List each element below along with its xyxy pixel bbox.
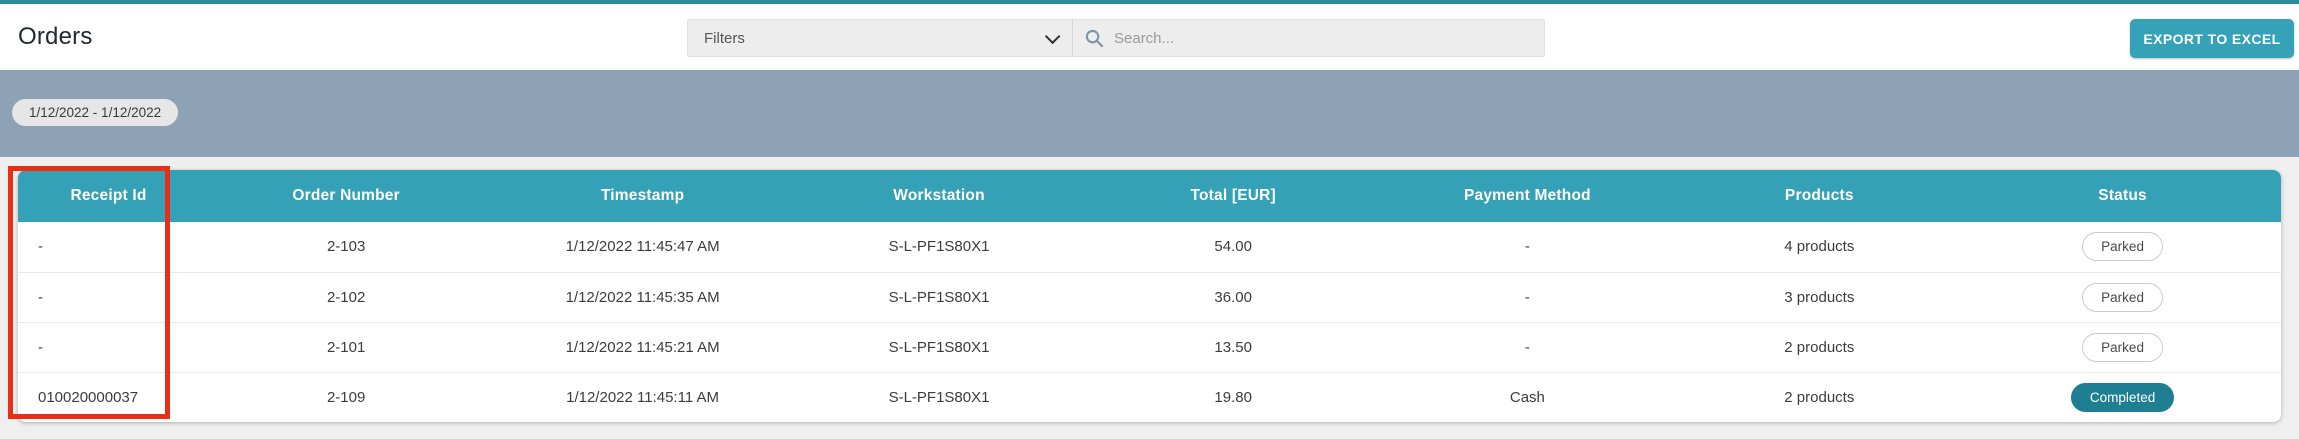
cell-order-number: 2-101 bbox=[199, 322, 493, 372]
cell-status: Parked bbox=[1964, 272, 2281, 322]
cell-receipt-id: - bbox=[18, 322, 199, 372]
cell-timestamp: 1/12/2022 11:45:21 AM bbox=[493, 322, 792, 372]
cell-payment-method: - bbox=[1380, 322, 1674, 372]
search-icon bbox=[1085, 29, 1104, 48]
search-input[interactable] bbox=[1114, 30, 1532, 47]
cell-products: 4 products bbox=[1674, 222, 1964, 272]
filters-dropdown-label: Filters bbox=[704, 30, 745, 47]
status-badge: Completed bbox=[2071, 383, 2174, 412]
table-row[interactable]: -2-1021/12/2022 11:45:35 AMS-L-PF1S80X13… bbox=[18, 272, 2281, 322]
cell-workstation: S-L-PF1S80X1 bbox=[792, 272, 1086, 322]
cell-workstation: S-L-PF1S80X1 bbox=[792, 322, 1086, 372]
cell-receipt-id: - bbox=[18, 222, 199, 272]
export-to-excel-button[interactable]: EXPORT TO EXCEL bbox=[2130, 19, 2294, 58]
cell-order-number: 2-103 bbox=[199, 222, 493, 272]
col-header-workstation: Workstation bbox=[792, 170, 1086, 222]
cell-payment-method: Cash bbox=[1380, 372, 1674, 422]
cell-products: 2 products bbox=[1674, 372, 1964, 422]
cell-workstation: S-L-PF1S80X1 bbox=[792, 372, 1086, 422]
cell-timestamp: 1/12/2022 11:45:35 AM bbox=[493, 272, 792, 322]
table-row[interactable]: -2-1011/12/2022 11:45:21 AMS-L-PF1S80X11… bbox=[18, 322, 2281, 372]
cell-total: 13.50 bbox=[1086, 322, 1380, 372]
search-bar bbox=[1073, 19, 1545, 57]
cell-total: 36.00 bbox=[1086, 272, 1380, 322]
cell-total: 54.00 bbox=[1086, 222, 1380, 272]
col-header-products: Products bbox=[1674, 170, 1964, 222]
cell-products: 3 products bbox=[1674, 272, 1964, 322]
cell-receipt-id: 010020000037 bbox=[18, 372, 199, 422]
cell-status: Parked bbox=[1964, 222, 2281, 272]
table-row[interactable]: -2-1031/12/2022 11:45:47 AMS-L-PF1S80X15… bbox=[18, 222, 2281, 272]
status-badge: Parked bbox=[2082, 283, 2163, 312]
orders-table-card: Receipt Id Order Number Timestamp Workst… bbox=[18, 170, 2281, 422]
app-header: Orders Filters EXPORT TO EXCEL bbox=[0, 4, 2299, 70]
status-badge: Parked bbox=[2082, 232, 2163, 261]
cell-order-number: 2-102 bbox=[199, 272, 493, 322]
col-header-total-eur: Total [EUR] bbox=[1086, 170, 1380, 222]
filter-band: 1/12/2022 - 1/12/2022 bbox=[0, 70, 2299, 157]
col-header-status: Status bbox=[1964, 170, 2281, 222]
table-row[interactable]: 0100200000372-1091/12/2022 11:45:11 AMS-… bbox=[18, 372, 2281, 422]
cell-products: 2 products bbox=[1674, 322, 1964, 372]
col-header-timestamp: Timestamp bbox=[493, 170, 792, 222]
orders-table-body: -2-1031/12/2022 11:45:47 AMS-L-PF1S80X15… bbox=[18, 222, 2281, 422]
cell-total: 19.80 bbox=[1086, 372, 1380, 422]
date-range-chip[interactable]: 1/12/2022 - 1/12/2022 bbox=[12, 99, 178, 126]
status-badge: Parked bbox=[2082, 333, 2163, 362]
chevron-down-icon bbox=[1045, 28, 1061, 44]
cell-receipt-id: - bbox=[18, 272, 199, 322]
cell-timestamp: 1/12/2022 11:45:47 AM bbox=[493, 222, 792, 272]
orders-table: Receipt Id Order Number Timestamp Workst… bbox=[18, 170, 2281, 422]
orders-table-header: Receipt Id Order Number Timestamp Workst… bbox=[18, 170, 2281, 222]
cell-payment-method: - bbox=[1380, 222, 1674, 272]
cell-timestamp: 1/12/2022 11:45:11 AM bbox=[493, 372, 792, 422]
cell-order-number: 2-109 bbox=[199, 372, 493, 422]
col-header-order-number: Order Number bbox=[199, 170, 493, 222]
cell-payment-method: - bbox=[1380, 272, 1674, 322]
col-header-payment-method: Payment Method bbox=[1380, 170, 1674, 222]
cell-workstation: S-L-PF1S80X1 bbox=[792, 222, 1086, 272]
page-title: Orders bbox=[18, 23, 93, 51]
filters-dropdown[interactable]: Filters bbox=[687, 19, 1073, 57]
col-header-receipt-id: Receipt Id bbox=[18, 170, 199, 222]
cell-status: Completed bbox=[1964, 372, 2281, 422]
cell-status: Parked bbox=[1964, 322, 2281, 372]
